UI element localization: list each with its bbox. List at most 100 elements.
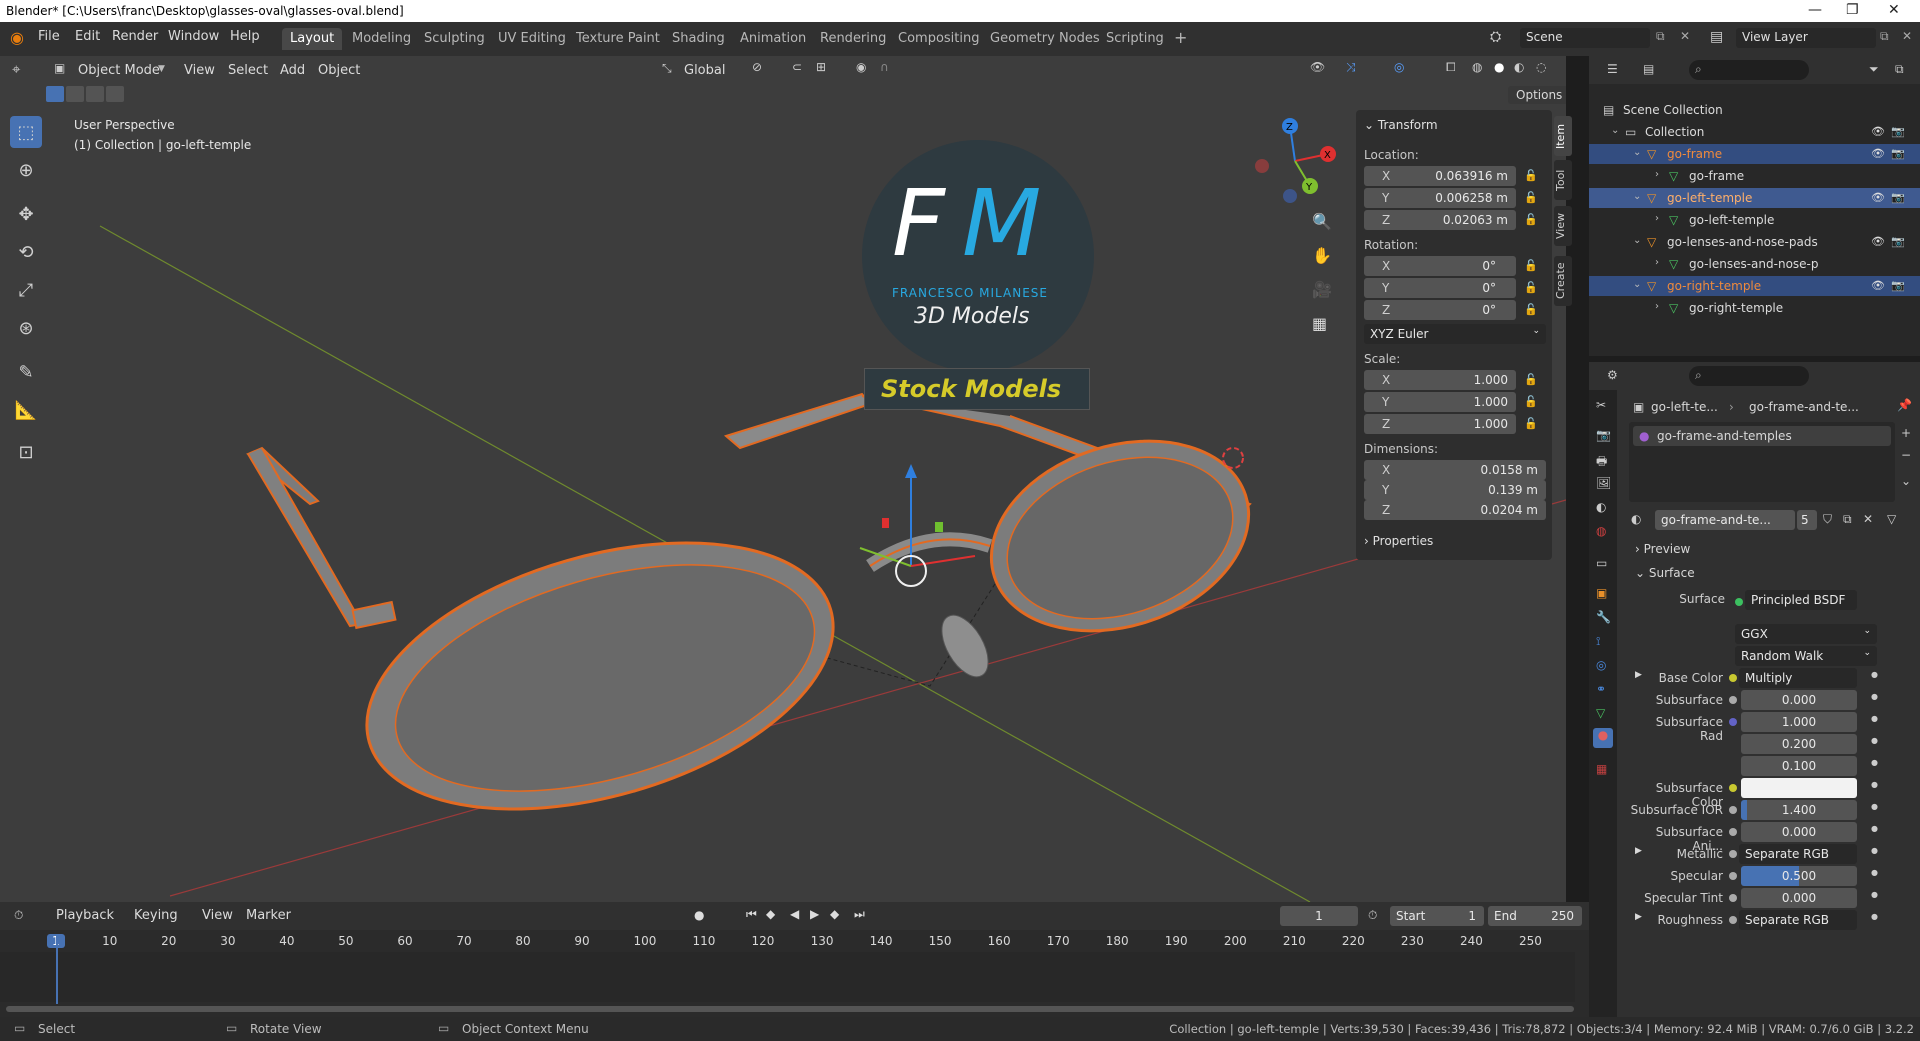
display-mode-icon[interactable]: ▤ xyxy=(1643,62,1654,76)
physics-props-icon[interactable]: ◎ xyxy=(1596,658,1606,672)
navigation-gizmo[interactable]: Z X Y xyxy=(1250,116,1340,206)
select-extend-button[interactable] xyxy=(66,86,84,102)
add-workspace-button[interactable]: + xyxy=(1166,25,1195,47)
snap-target-icon[interactable]: ⊞ xyxy=(816,60,826,74)
modifier-props-icon[interactable]: 🔧 xyxy=(1596,610,1611,624)
pin-icon[interactable]: 📌 xyxy=(1897,398,1912,412)
menu-window[interactable]: Window xyxy=(168,29,219,44)
overlay-toggle-icon[interactable]: ◎ xyxy=(1394,60,1404,74)
outliner-row[interactable]: › ▽ go-frame xyxy=(1589,166,1920,186)
material-props-icon[interactable]: ● xyxy=(1593,728,1613,748)
tab-scripting[interactable]: Scripting xyxy=(1098,28,1172,50)
keyframe-dot-icon[interactable]: ● xyxy=(1871,824,1878,833)
link-type-icon[interactable]: ▽ xyxy=(1887,512,1896,526)
constraints-props-icon[interactable]: ⚭ xyxy=(1596,682,1606,696)
outliner-editor-icon[interactable]: ☰ xyxy=(1607,62,1618,76)
dimensions-z-field[interactable]: Z 0.0204 m xyxy=(1364,500,1546,520)
property-field[interactable]: 0.000 xyxy=(1741,822,1857,842)
outliner-row[interactable]: › ▽ go-left-temple xyxy=(1589,210,1920,230)
eye-icon[interactable]: 👁 xyxy=(1871,125,1885,138)
viewport-menu-object[interactable]: Object xyxy=(318,63,360,78)
keyframe-dot-icon[interactable]: ● xyxy=(1871,912,1878,921)
falloff-icon[interactable]: ∩ xyxy=(880,60,889,74)
camera-icon[interactable]: 📷 xyxy=(1891,125,1905,138)
browse-material-icon[interactable]: ◐ xyxy=(1631,512,1641,526)
viewport-menu-view[interactable]: View xyxy=(184,63,215,78)
material-users-count[interactable]: 5 xyxy=(1797,510,1817,530)
tab-modeling[interactable]: Modeling xyxy=(344,28,419,50)
outliner-row[interactable]: ⌄ ▭ Collection 👁 📷 xyxy=(1589,122,1920,142)
fake-user-icon[interactable]: ⛉ xyxy=(1823,512,1832,527)
annotate-tool[interactable]: ✎ xyxy=(10,356,42,388)
tab-texture-paint[interactable]: Texture Paint xyxy=(568,28,668,50)
keyframe-dot-icon[interactable]: ● xyxy=(1871,890,1878,899)
wireframe-shading-icon[interactable]: ◍ xyxy=(1472,60,1482,74)
viewport-menu-add[interactable]: Add xyxy=(280,63,305,78)
add-cube-tool[interactable]: ⊡ xyxy=(10,436,42,468)
gizmo-toggle-icon[interactable]: ⤨ xyxy=(1346,60,1356,75)
scale-z-field[interactable]: Z 1.000 xyxy=(1364,414,1516,434)
tab-sculpting[interactable]: Sculpting xyxy=(416,28,493,50)
output-props-icon[interactable]: 🖶 xyxy=(1596,452,1607,473)
location-y-field[interactable]: Y 0.006258 m xyxy=(1364,188,1516,208)
zoom-icon[interactable]: 🔍 xyxy=(1312,212,1332,231)
3d-viewport[interactable]: ⌖ ▣ Object Mode ▼ View Select Add Object… xyxy=(0,56,1566,902)
keyframe-dot-icon[interactable]: ● xyxy=(1871,714,1878,723)
select-subtract-button[interactable] xyxy=(86,86,104,102)
play-reverse-icon[interactable]: ◀ xyxy=(790,907,799,921)
scale-tool[interactable]: ⤢ xyxy=(10,274,42,306)
property-field[interactable]: 0.100 xyxy=(1741,756,1857,776)
duplicate-material-icon[interactable]: ⧉ xyxy=(1843,512,1852,527)
preview-range-icon[interactable]: ⏱ xyxy=(1368,908,1377,923)
timeline-menu-keying[interactable]: Keying xyxy=(134,908,178,923)
property-field[interactable]: 0.000 xyxy=(1741,690,1857,710)
lock-icon[interactable]: 🔓 xyxy=(1524,303,1538,317)
xray-icon[interactable]: ⧠ xyxy=(1446,60,1456,75)
material-slot-item[interactable]: ● go-frame-and-temples xyxy=(1633,426,1891,446)
property-field[interactable]: Multiply xyxy=(1739,668,1857,688)
keyframe-dot-icon[interactable]: ● xyxy=(1871,758,1878,767)
maximize-button[interactable]: ❐ xyxy=(1846,2,1859,18)
tab-rendering[interactable]: Rendering xyxy=(812,28,894,50)
rotation-mode-selector[interactable]: XYZ Euler ⌄ xyxy=(1364,324,1546,344)
tool-props-icon[interactable]: ✂ xyxy=(1596,398,1606,412)
outliner-row[interactable]: ⌄ ▽ go-right-temple 👁 📷 xyxy=(1589,276,1920,296)
close-button[interactable]: ✕ xyxy=(1888,2,1900,18)
properties-section-header[interactable]: › Properties xyxy=(1364,534,1433,548)
property-field[interactable]: 0.000 xyxy=(1741,888,1857,908)
camera-icon[interactable]: 📷 xyxy=(1891,279,1905,292)
rotation-z-field[interactable]: Z 0° xyxy=(1364,300,1516,320)
select-box-tool[interactable]: ⬚ xyxy=(10,116,42,148)
outliner-row[interactable]: › ▽ go-lenses-and-nose-p xyxy=(1589,254,1920,274)
start-frame-field[interactable]: Start 1 xyxy=(1390,906,1484,926)
eye-icon[interactable]: 👁 xyxy=(1871,191,1885,204)
scale-x-field[interactable]: X 1.000 xyxy=(1364,370,1516,390)
tab-view[interactable]: View xyxy=(1554,206,1572,246)
keyframe-dot-icon[interactable]: ● xyxy=(1871,846,1878,855)
unlink-material-icon[interactable]: ✕ xyxy=(1863,512,1873,526)
collection-props-icon[interactable]: ▭ xyxy=(1596,556,1607,570)
eye-icon[interactable]: 👁 xyxy=(1871,147,1885,160)
lock-icon[interactable]: 🔓 xyxy=(1524,373,1538,387)
viewport-menu-select[interactable]: Select xyxy=(228,63,268,78)
jump-keyframe-forward-icon[interactable]: ◆ xyxy=(830,907,839,921)
object-props-icon[interactable]: ▣ xyxy=(1596,586,1607,600)
tab-tool[interactable]: Tool xyxy=(1554,160,1572,200)
select-intersect-button[interactable] xyxy=(106,86,124,102)
properties-search-input[interactable]: ⌕ xyxy=(1689,366,1809,386)
jump-start-icon[interactable]: ⏮ xyxy=(746,907,757,922)
remove-slot-icon[interactable]: − xyxy=(1901,448,1911,462)
texture-props-icon[interactable]: ▦ xyxy=(1596,762,1607,776)
rotation-y-field[interactable]: Y 0° xyxy=(1364,278,1516,298)
location-z-field[interactable]: Z 0.02063 m xyxy=(1364,210,1516,230)
view-layer-selector[interactable]: View Layer xyxy=(1736,28,1876,48)
blender-logo-icon[interactable]: ◉ xyxy=(10,28,24,47)
menu-help[interactable]: Help xyxy=(230,29,260,44)
keyframe-dot-icon[interactable]: ● xyxy=(1871,736,1878,745)
cursor-tool[interactable]: ⊕ xyxy=(10,154,42,186)
camera-icon[interactable]: 📷 xyxy=(1891,191,1905,204)
disclosure-icon[interactable]: ⌄ xyxy=(1611,125,1619,136)
options-button[interactable]: Options xyxy=(1508,86,1566,104)
rendered-shading-icon[interactable]: ◌ xyxy=(1536,60,1546,74)
timeline-menu-playback[interactable]: Playback xyxy=(56,908,114,923)
